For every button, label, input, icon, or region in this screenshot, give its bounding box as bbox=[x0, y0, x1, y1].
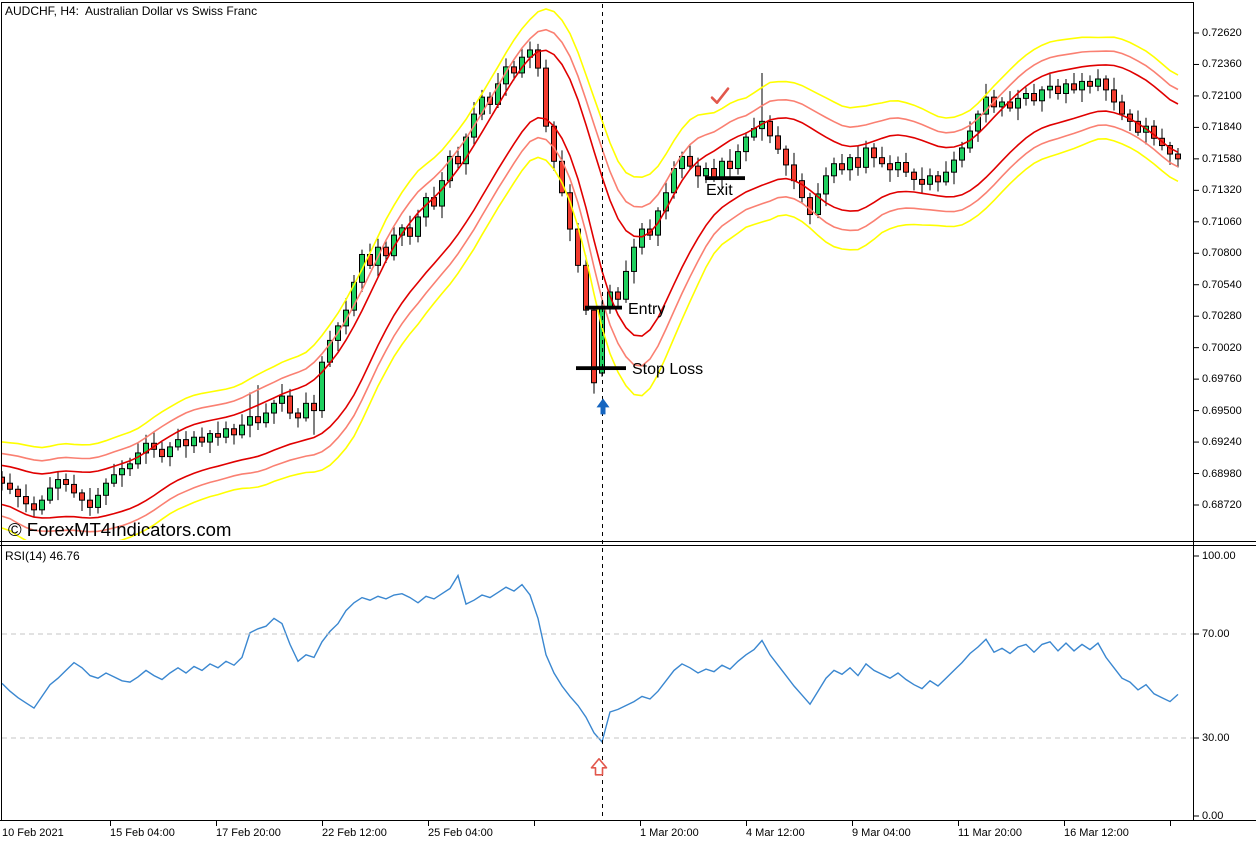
chart-title: AUDCHF, H4: Australian Dollar vs Swiss F… bbox=[5, 4, 257, 18]
check-mark-icon bbox=[712, 89, 728, 103]
time-axis-label: 4 Mar 12:00 bbox=[746, 827, 805, 839]
price-axis-label: 0.70280 bbox=[1202, 310, 1242, 322]
price-axis-label: 0.71580 bbox=[1202, 153, 1242, 165]
buy-arrow-icon bbox=[597, 398, 610, 414]
price-axis-label: 0.68720 bbox=[1202, 499, 1242, 511]
price-axis-label: 0.72360 bbox=[1202, 58, 1242, 70]
time-axis-label: 10 Feb 2021 bbox=[2, 827, 64, 839]
exit-annotation-label[interactable]: Exit bbox=[706, 182, 733, 200]
price-axis-label: 0.69760 bbox=[1202, 373, 1242, 385]
price-axis-label: 0.68980 bbox=[1202, 468, 1242, 480]
rsi-axis-label: 70.00 bbox=[1202, 628, 1230, 640]
rsi-buy-signal-arrow-icon bbox=[592, 759, 607, 775]
entry-annotation-label[interactable]: Entry bbox=[628, 301, 665, 319]
time-axis-label: 9 Mar 04:00 bbox=[852, 827, 911, 839]
entry-line[interactable] bbox=[585, 306, 622, 310]
chart-canvas[interactable] bbox=[0, 0, 1256, 846]
price-axis-label: 0.71320 bbox=[1202, 184, 1242, 196]
price-axis-label: 0.72100 bbox=[1202, 90, 1242, 102]
rsi-axis-label: 30.00 bbox=[1202, 732, 1230, 744]
rsi-axis-label: 0.00 bbox=[1202, 810, 1223, 822]
price-axis-label: 0.70020 bbox=[1202, 342, 1242, 354]
exit-line[interactable] bbox=[705, 176, 745, 180]
price-axis-label: 0.70800 bbox=[1202, 247, 1242, 259]
stop-loss-line[interactable] bbox=[576, 366, 626, 370]
price-axis-label: 0.71840 bbox=[1202, 121, 1242, 133]
time-axis-label: 16 Mar 12:00 bbox=[1064, 827, 1129, 839]
rsi-indicator-label: RSI(14) 46.76 bbox=[5, 549, 80, 563]
time-axis-label: 17 Feb 20:00 bbox=[216, 827, 281, 839]
rsi-axis-label: 100.00 bbox=[1202, 550, 1236, 562]
time-axis-label: 15 Feb 04:00 bbox=[110, 827, 175, 839]
price-axis-label: 0.71060 bbox=[1202, 216, 1242, 228]
time-axis-label: 22 Feb 12:00 bbox=[322, 827, 387, 839]
stop-loss-annotation-label[interactable]: Stop Loss bbox=[632, 361, 703, 379]
time-axis-label: 1 Mar 20:00 bbox=[640, 827, 699, 839]
price-axis-label: 0.69500 bbox=[1202, 405, 1242, 417]
watermark-text: © ForexMT4Indicators.com bbox=[8, 519, 231, 541]
price-axis-label: 0.72620 bbox=[1202, 27, 1242, 39]
price-axis-label: 0.70540 bbox=[1202, 279, 1242, 291]
price-axis-label: 0.69240 bbox=[1202, 436, 1242, 448]
time-axis-label: 25 Feb 04:00 bbox=[428, 827, 493, 839]
time-axis-label: 11 Mar 20:00 bbox=[958, 827, 1022, 839]
